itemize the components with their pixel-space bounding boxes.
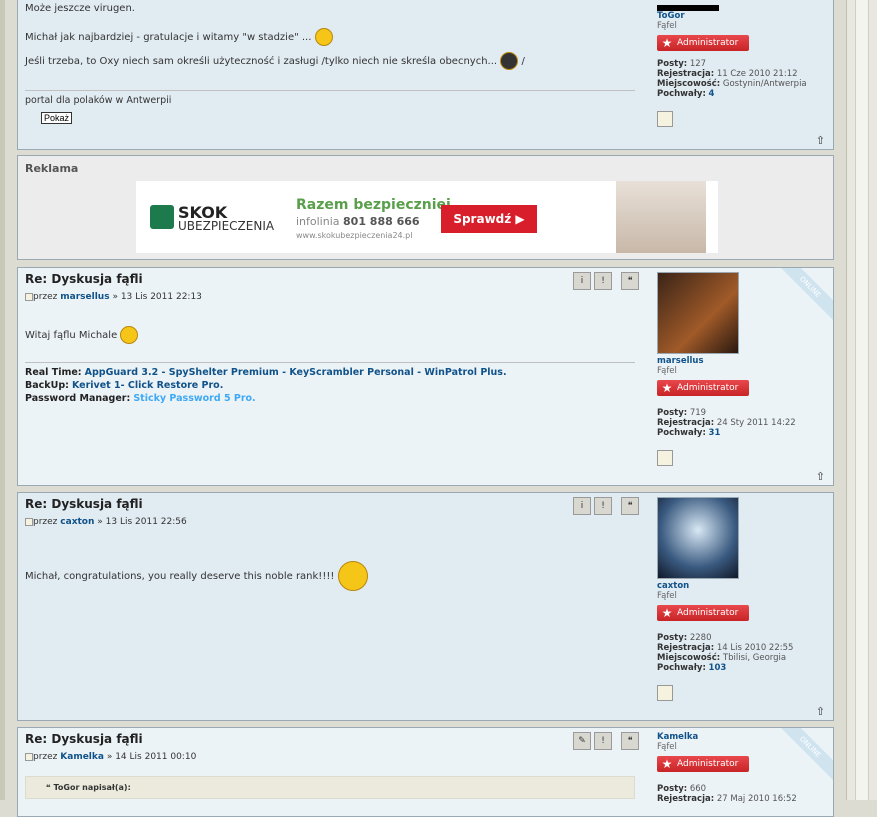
profile-rank: Fąfel <box>657 591 677 601</box>
post-icon <box>25 752 33 761</box>
profile-marsellus: marsellus Fąfel ★ Administrator Posty: 71… <box>657 272 827 466</box>
admin-badge: ★ Administrator <box>657 35 749 51</box>
post-actions: i ! ❝ <box>573 272 639 290</box>
posts-count: 2280 <box>689 633 712 643</box>
signature: portal dla polaków w Antwerpii <box>25 90 635 106</box>
profile-togor: ToGor Fąfel ★ Administrator Posty: 127 Re… <box>657 5 827 127</box>
post-caxton: Re: Dyskusja fąfli przez caxton » 13 Lis… <box>17 492 834 721</box>
back-to-top-icon[interactable]: ⇧ <box>816 705 825 718</box>
back-to-top-icon[interactable]: ⇧ <box>816 470 825 483</box>
post-text: Michał, congratulations, you really dese… <box>25 561 635 591</box>
post-author-line: przez Kamelka » 14 Lis 2011 00:10 <box>25 752 635 762</box>
smiley-icon <box>120 326 139 344</box>
post-body: Re: Dyskusja fąfli przez Kamelka » 14 Li… <box>25 732 635 799</box>
pm-icon[interactable] <box>657 685 673 701</box>
author-link[interactable]: caxton <box>60 517 94 527</box>
post-text: Witaj fąflu Michale <box>25 326 635 344</box>
post-actions: ✎ ! ❝ <box>573 732 639 750</box>
post-icon <box>25 292 33 301</box>
quote-icon[interactable]: ❝ <box>621 272 639 290</box>
info-icon[interactable]: i <box>573 272 591 290</box>
profile-kamelka: Kamelka Fąfel ★ Administrator Posty: 660 … <box>657 732 827 804</box>
show-button[interactable]: Pokaż <box>41 112 73 124</box>
left-border <box>0 0 5 800</box>
ad-box: Reklama SKOK UBEZPIECZENIA Razem bezpiec… <box>17 155 834 260</box>
avatar[interactable] <box>657 497 739 579</box>
post-title[interactable]: Re: Dyskusja fąfli <box>25 272 635 286</box>
post-body: Może jeszcze virugen. Michał jak najbard… <box>25 3 635 124</box>
star-icon: ★ <box>661 757 673 771</box>
profile-username[interactable]: caxton <box>657 581 827 591</box>
star-icon: ★ <box>661 606 673 620</box>
profile-rank: Fąfel <box>657 21 677 31</box>
post-actions: i ! ❝ <box>573 497 639 515</box>
post-body: Re: Dyskusja fąfli przez caxton » 13 Lis… <box>25 497 635 591</box>
skok-logo-icon <box>150 205 174 229</box>
admin-badge: ★ Administrator <box>657 756 749 772</box>
quote-icon[interactable]: ❝ <box>621 497 639 515</box>
posts-count: 660 <box>689 784 707 794</box>
info-icon[interactable]: i <box>573 497 591 515</box>
smiley-icon <box>314 28 333 46</box>
chef-smiley-icon <box>337 561 368 591</box>
profile-username[interactable]: Kamelka <box>657 732 827 742</box>
star-icon: ★ <box>661 381 673 395</box>
edit-icon[interactable]: ✎ <box>573 732 591 750</box>
report-icon[interactable]: ! <box>594 272 612 290</box>
ad-banner[interactable]: SKOK UBEZPIECZENIA Razem bezpieczniej in… <box>136 181 718 253</box>
star-icon: ★ <box>661 36 673 50</box>
page-scrollbar[interactable] <box>846 0 877 800</box>
posts-count: 719 <box>689 408 707 418</box>
post-line-2: Michał jak najbardziej - gratulacje i wi… <box>25 28 635 46</box>
profile-rank: Fąfel <box>657 742 677 752</box>
back-to-top-icon[interactable]: ⇧ <box>816 134 825 147</box>
post-line-1: Może jeszcze virugen. <box>25 3 135 14</box>
profile-username[interactable]: marsellus <box>657 356 827 366</box>
post-body: Re: Dyskusja fąfli przez marsellus » 13 … <box>25 272 635 406</box>
report-icon[interactable]: ! <box>594 497 612 515</box>
post-marsellus: Re: Dyskusja fąfli przez marsellus » 13 … <box>17 267 834 486</box>
author-link[interactable]: marsellus <box>60 292 109 302</box>
signature: Real Time: AppGuard 3.2 - SpyShelter Pre… <box>25 362 635 404</box>
pm-icon[interactable] <box>657 111 673 127</box>
ad-title: Reklama <box>25 162 79 175</box>
posts-count: 127 <box>689 59 707 69</box>
ad-cta-button[interactable]: Sprawdź ▶ <box>441 205 537 233</box>
author-link[interactable]: Kamelka <box>60 752 104 762</box>
profile-rank: Fąfel <box>657 366 677 376</box>
pm-icon[interactable] <box>657 450 673 466</box>
avatar[interactable] <box>657 272 739 354</box>
quote-icon[interactable]: ❝ <box>621 732 639 750</box>
report-icon[interactable]: ! <box>594 732 612 750</box>
quote-block: ❝ ToGor napisał(a): <box>25 776 635 799</box>
post-kamelka: Re: Dyskusja fąfli przez Kamelka » 14 Li… <box>17 727 834 817</box>
post-icon <box>25 517 33 526</box>
post-togor: Może jeszcze virugen. Michał jak najbard… <box>17 0 834 150</box>
post-title[interactable]: Re: Dyskusja fąfli <box>25 732 635 746</box>
profile-username[interactable]: ToGor <box>657 11 827 21</box>
post-line-3: Jeśli trzeba, to Oxy niech sam określi u… <box>25 52 635 70</box>
admin-badge: ★ Administrator <box>657 380 749 396</box>
cool-smiley-icon <box>500 52 519 70</box>
ad-person-image <box>616 181 706 253</box>
admin-badge: ★ Administrator <box>657 605 749 621</box>
post-title[interactable]: Re: Dyskusja fąfli <box>25 497 635 511</box>
profile-caxton: caxton Fąfel ★ Administrator Posty: 2280 … <box>657 497 827 701</box>
post-author-line: przez caxton » 13 Lis 2011 22:56 <box>25 517 635 527</box>
post-author-line: przez marsellus » 13 Lis 2011 22:13 <box>25 292 635 302</box>
